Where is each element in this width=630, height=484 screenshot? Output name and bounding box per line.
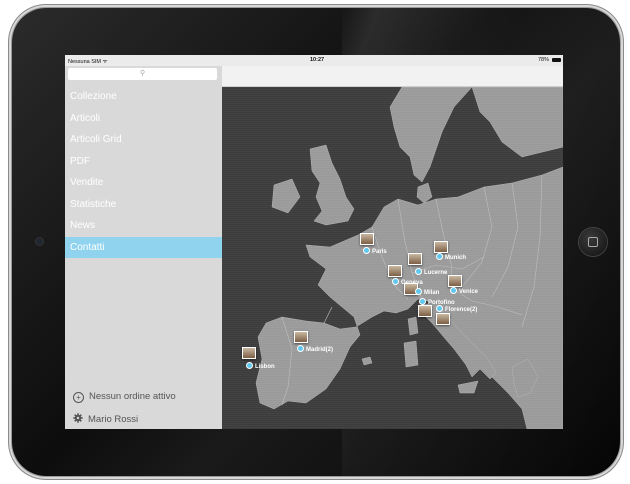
sidebar-item-vendite[interactable]: Vendite <box>65 172 222 194</box>
location-pin-icon <box>246 362 253 369</box>
munich-thumbnail[interactable] <box>434 241 448 253</box>
city-marker-milan[interactable]: Milan <box>415 288 439 297</box>
city-marker-venice[interactable]: Venice <box>450 287 478 296</box>
location-pin-icon <box>392 278 399 285</box>
sidebar-item-contatti[interactable]: Contatti <box>65 236 222 258</box>
paris-thumbnail[interactable] <box>360 233 374 245</box>
clock: 10:27 <box>310 57 325 63</box>
sidebar-item-collezione[interactable]: Collezione <box>65 86 222 108</box>
city-marker-geneva[interactable]: Geneva <box>392 278 423 287</box>
city-marker-paris[interactable]: Paris <box>363 247 387 256</box>
gear-icon <box>73 413 83 423</box>
location-pin-icon <box>297 345 304 352</box>
sidebar-item-articoli[interactable]: Articoli <box>65 108 222 130</box>
lucerne-thumbnail[interactable] <box>408 253 422 265</box>
location-pin-icon <box>415 288 422 295</box>
sidebar-item-pdf[interactable]: PDF <box>65 151 222 173</box>
city-marker-munich[interactable]: Munich <box>436 253 466 262</box>
sidebar-menu: Collezione Articoli Articoli Grid PDF Ve… <box>65 86 222 258</box>
location-pin-icon <box>419 298 426 305</box>
battery-percent: 78% <box>537 57 549 63</box>
city-marker-florence[interactable]: Florence(2) <box>436 305 477 314</box>
battery-icon <box>552 58 561 62</box>
florence-thumbnail[interactable] <box>436 313 450 325</box>
lisbon-thumbnail[interactable] <box>242 347 256 359</box>
carrier-label: Nessuna SIM ᯤ <box>68 59 108 65</box>
add-circle-icon: + <box>73 392 84 403</box>
geneva-thumbnail[interactable] <box>388 265 402 277</box>
home-square-icon <box>588 237 598 247</box>
search-icon: ⚲ <box>140 70 146 77</box>
venice-thumbnail[interactable] <box>448 275 462 287</box>
map-view[interactable]: Paris Munich Lucerne Geneva Milan Venice… <box>222 87 563 429</box>
city-marker-madrid[interactable]: Madrid(2) <box>297 345 333 354</box>
location-pin-icon <box>436 305 443 312</box>
nav-bar <box>222 66 563 87</box>
sidebar-item-articoli-grid[interactable]: Articoli Grid <box>65 129 222 151</box>
sidebar: ⚲ Collezione Articoli Articoli Grid PDF … <box>65 55 222 429</box>
home-button[interactable] <box>579 228 607 256</box>
city-marker-lisbon[interactable]: Lisbon <box>246 362 275 371</box>
user-name: Mario Rossi <box>88 414 139 425</box>
sidebar-item-statistiche[interactable]: Statistiche <box>65 194 222 216</box>
location-pin-icon <box>436 253 443 260</box>
city-marker-lucerne[interactable]: Lucerne <box>415 268 447 277</box>
madrid-thumbnail[interactable] <box>294 331 308 343</box>
order-status-button[interactable]: + Nessun ordine attivo <box>73 391 176 403</box>
order-status-label: Nessun ordine attivo <box>89 391 176 402</box>
screen: Nessuna SIM ᯤ 10:27 78% ⚲ Collezione Art… <box>65 55 563 429</box>
location-pin-icon <box>363 247 370 254</box>
user-button[interactable]: Mario Rossi <box>73 413 138 425</box>
camera-icon <box>36 238 43 245</box>
location-pin-icon <box>415 268 422 275</box>
sidebar-item-news[interactable]: News <box>65 215 222 237</box>
status-bar: Nessuna SIM ᯤ 10:27 78% <box>65 55 563 66</box>
europe-map <box>222 87 563 429</box>
search-input[interactable]: ⚲ <box>68 68 217 80</box>
location-pin-icon <box>450 287 457 294</box>
